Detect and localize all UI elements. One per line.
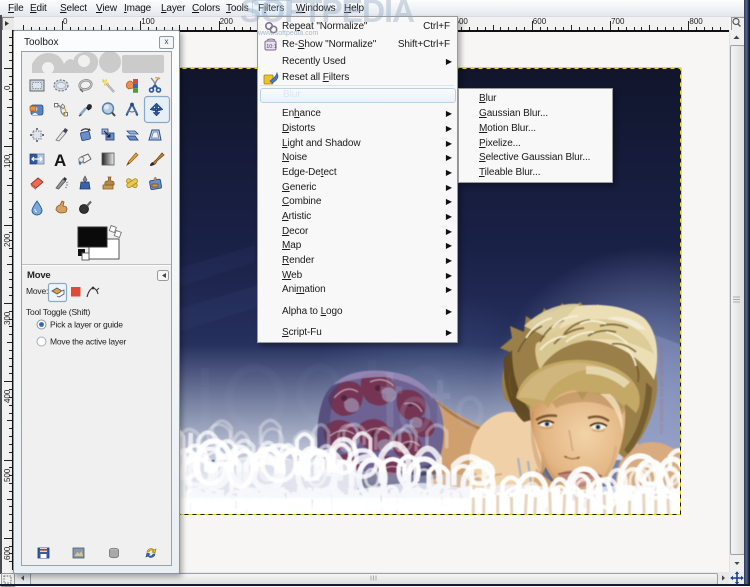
svg-text:Move:: Move: (26, 286, 48, 296)
svg-text:Move the active layer: Move the active layer (50, 337, 126, 347)
svg-text:10:1: 10:1 (266, 44, 277, 50)
svg-text:Pick a layer or guide: Pick a layer or guide (50, 320, 123, 330)
svg-text:Tool Toggle (Shift): Tool Toggle (Shift) (26, 307, 90, 317)
svg-text:Move: Move (27, 270, 50, 281)
svg-text:A: A (54, 151, 66, 170)
